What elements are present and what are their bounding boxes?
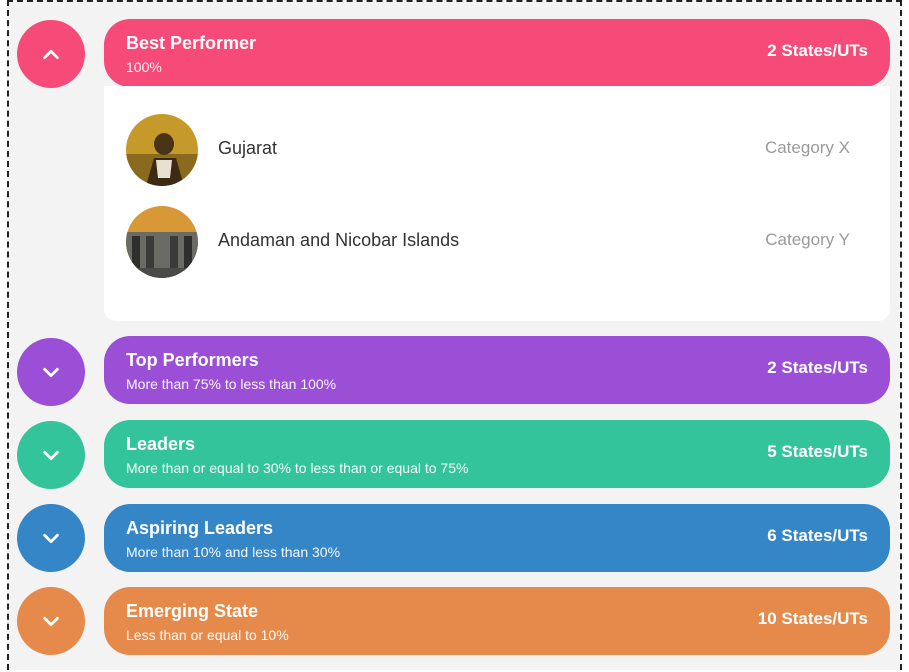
chevron-down-icon — [43, 616, 59, 627]
group-title: Best Performer — [126, 33, 257, 53]
group-count: 2 States/UTs — [767, 41, 868, 60]
chevron-down-icon — [43, 367, 59, 378]
group-range: More than 10% and less than 30% — [126, 544, 341, 560]
chevron-down-icon — [43, 450, 59, 461]
collapse-button[interactable] — [17, 20, 85, 88]
expand-button[interactable] — [17, 504, 85, 572]
group-title: Top Performers — [126, 350, 259, 370]
list-item[interactable]: Andaman and Nicobar Islands Category Y — [126, 206, 870, 278]
group-title: Leaders — [126, 434, 196, 454]
avatar — [126, 114, 198, 186]
group-range: More than 75% to less than 100% — [126, 376, 337, 392]
chevron-up-icon — [43, 49, 59, 60]
group-header-top[interactable]: Top Performers More than 75% to less tha… — [104, 336, 890, 404]
state-category: Category Y — [765, 230, 850, 249]
group-range: Less than or equal to 10% — [126, 627, 289, 643]
avatar — [126, 206, 198, 278]
group-count: 2 States/UTs — [767, 358, 868, 377]
group-range: 100% — [126, 59, 162, 75]
group-count: 10 States/UTs — [757, 609, 868, 628]
group-count: 5 States/UTs — [767, 442, 868, 461]
group-title: Aspiring Leaders — [126, 518, 274, 538]
state-name: Andaman and Nicobar Islands — [218, 230, 460, 250]
state-category: Category X — [764, 138, 850, 157]
state-name: Gujarat — [218, 138, 278, 158]
group-range: More than or equal to 30% to less than o… — [126, 460, 469, 476]
chevron-down-icon — [43, 533, 59, 544]
group-header-leaders[interactable]: Leaders More than or equal to 30% to les… — [104, 420, 890, 488]
group-count: 6 States/UTs — [767, 526, 868, 545]
best-performer-list: Gujarat Category X Andaman and Nicobar I… — [104, 86, 890, 321]
expand-button[interactable] — [17, 587, 85, 655]
group-title: Emerging State — [126, 601, 259, 621]
expand-button[interactable] — [17, 421, 85, 489]
group-header-aspiring[interactable]: Aspiring Leaders More than 10% and less … — [104, 504, 890, 572]
list-item[interactable]: Gujarat Category X — [126, 114, 870, 186]
expand-button[interactable] — [17, 338, 85, 406]
group-header-emerging[interactable]: Emerging State Less than or equal to 10%… — [104, 587, 890, 655]
group-header-best[interactable]: Best Performer 100% 2 States/UTs — [104, 19, 890, 87]
